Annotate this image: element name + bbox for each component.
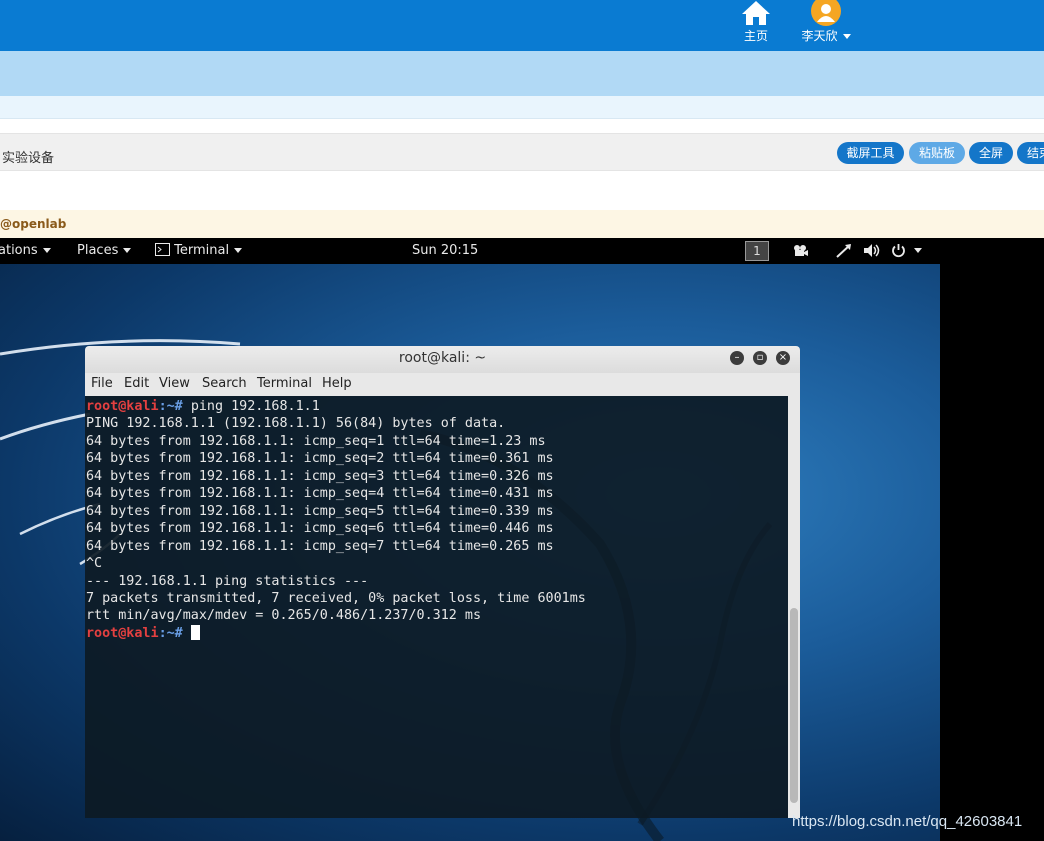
command-text: ping 192.168.1.1 <box>190 399 320 414</box>
output-line: 64 bytes from 192.168.1.1: icmp_seq=5 tt… <box>86 503 554 519</box>
places-menu[interactable]: Places <box>77 243 132 258</box>
lab-toolbar: 实验设备 截屏工具 粘贴板 全屏 结束 <box>0 133 1044 171</box>
terminal-scrollbar[interactable] <box>788 396 800 818</box>
menu-terminal[interactable]: Terminal <box>257 376 312 391</box>
chevron-down-icon <box>234 248 243 253</box>
text-cursor <box>190 624 200 640</box>
home-label: 主页 <box>743 29 768 43</box>
home-button[interactable]: 主页 <box>734 0 778 43</box>
menu-file[interactable]: File <box>91 376 113 391</box>
terminal-title: root@kali: ~ <box>398 350 487 366</box>
clock[interactable]: Sun 20:15 <box>412 243 478 258</box>
terminal-titlebar[interactable]: root@kali: ~ – ▫ × <box>85 346 800 373</box>
end-button[interactable]: 结束 <box>1017 142 1044 164</box>
output-line: ^C <box>86 556 103 572</box>
video-camera-icon[interactable] <box>793 244 809 257</box>
header-band <box>0 51 1044 96</box>
chevron-down-icon <box>42 248 51 253</box>
output-line: 64 bytes from 192.168.1.1: icmp_seq=7 tt… <box>86 538 554 554</box>
vm-notice-text: @openlab <box>0 217 67 231</box>
terminal-lines: root@kali:~# ping 192.168.1.1 PING 192.1… <box>86 398 586 642</box>
output-line: PING 192.168.1.1 (192.168.1.1) 56(84) by… <box>86 416 506 432</box>
chevron-down-icon <box>842 34 851 39</box>
maximize-icon[interactable]: ▫ <box>753 351 767 365</box>
minimize-icon[interactable]: – <box>730 351 744 365</box>
chevron-down-icon <box>123 248 132 253</box>
user-name-label: 李天欣 <box>801 29 838 43</box>
output-line: 64 bytes from 192.168.1.1: icmp_seq=6 tt… <box>86 521 554 537</box>
applications-menu[interactable]: ations <box>0 243 51 258</box>
top-navigation-bar: 主页 李天欣 <box>0 0 1044 51</box>
scrollbar-thumb[interactable] <box>790 608 798 803</box>
prompt-path: :~# <box>158 399 183 414</box>
output-line: 64 bytes from 192.168.1.1: icmp_seq=1 tt… <box>86 433 546 449</box>
terminal-window[interactable]: root@kali: ~ – ▫ × File Edit View Search… <box>85 346 800 818</box>
subheader-band <box>0 96 1044 119</box>
home-icon <box>742 1 770 25</box>
output-line: 7 packets transmitted, 7 received, 0% pa… <box>86 590 586 606</box>
terminal-app-menu[interactable]: Terminal <box>155 243 243 258</box>
workspace-indicator[interactable]: 1 <box>745 241 769 261</box>
clipboard-button[interactable]: 粘贴板 <box>909 142 965 164</box>
menu-view[interactable]: View <box>159 376 190 391</box>
prompt-path: :~# <box>158 625 183 641</box>
output-line: 64 bytes from 192.168.1.1: icmp_seq=3 tt… <box>86 468 554 484</box>
gnome-top-panel: ations Places Terminal Sun 20:15 1 <box>0 238 940 264</box>
terminal-menubar: File Edit View Search Terminal Help <box>85 373 800 396</box>
watermark-text: https://blog.csdn.net/qq_42603841 <box>792 813 1023 830</box>
output-line: 64 bytes from 192.168.1.1: icmp_seq=2 tt… <box>86 451 554 467</box>
output-line: --- 192.168.1.1 ping statistics --- <box>86 573 369 589</box>
toolbar-title: 实验设备 <box>2 151 55 166</box>
terminal-output-area[interactable]: root@kali:~# ping 192.168.1.1 PING 192.1… <box>85 396 788 818</box>
output-line: rtt min/avg/max/mdev = 0.265/0.486/1.237… <box>86 608 482 624</box>
power-icon[interactable] <box>891 243 906 258</box>
remote-desktop[interactable]: ations Places Terminal Sun 20:15 1 root@… <box>0 238 1044 841</box>
vm-notice-bar: @openlab <box>0 210 1044 238</box>
prompt-user: root@kali <box>86 399 159 414</box>
volume-icon[interactable] <box>863 243 881 258</box>
user-menu[interactable]: 李天欣 <box>795 0 857 43</box>
user-avatar-icon <box>811 0 841 26</box>
output-line: 64 bytes from 192.168.1.1: icmp_seq=4 tt… <box>86 486 554 502</box>
prompt-user: root@kali <box>86 625 159 641</box>
menu-edit[interactable]: Edit <box>124 376 149 391</box>
terminal-icon <box>155 243 170 256</box>
fullscreen-button[interactable]: 全屏 <box>969 142 1013 164</box>
menu-help[interactable]: Help <box>322 376 352 391</box>
close-icon[interactable]: × <box>776 351 790 365</box>
menu-search[interactable]: Search <box>202 376 247 391</box>
network-icon[interactable] <box>836 243 852 258</box>
screenshot-tool-button[interactable]: 截屏工具 <box>837 142 904 164</box>
system-menu-chevron-icon[interactable] <box>914 248 922 253</box>
